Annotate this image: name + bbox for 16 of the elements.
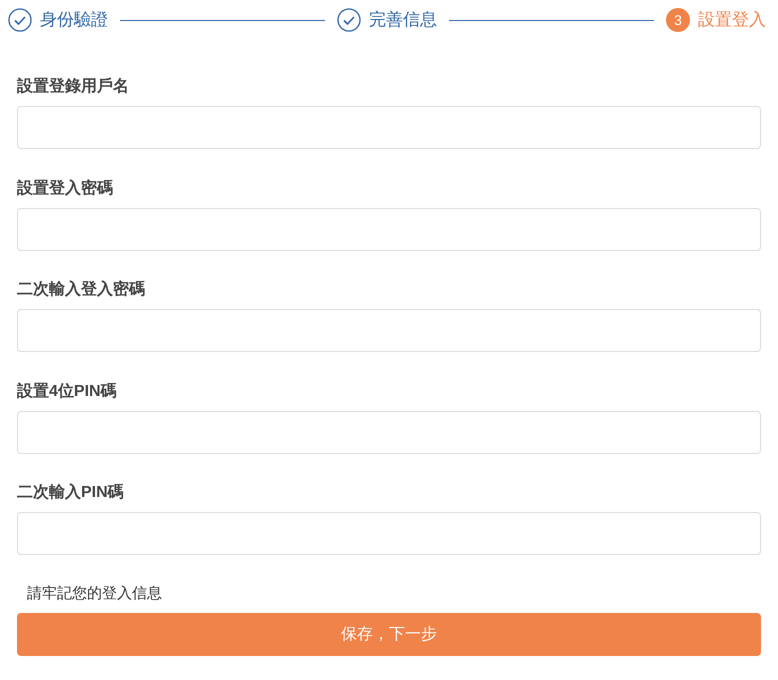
field-label: 設置登入密碼 bbox=[17, 178, 113, 198]
step-label: 設置登入 bbox=[698, 9, 766, 32]
field-label: 設置4位PIN碼 bbox=[17, 381, 117, 402]
step-label: 身份驗證 bbox=[40, 9, 108, 32]
reminder-text: 請牢記您的登入信息 bbox=[26, 584, 162, 604]
field-label: 二次輸入登入密碼 bbox=[17, 279, 145, 300]
input-field[interactable] bbox=[17, 106, 761, 149]
input-field[interactable] bbox=[17, 410, 761, 454]
input-field[interactable] bbox=[17, 208, 761, 250]
input-field[interactable] bbox=[17, 512, 761, 555]
field-label: 設置登錄用戶名 bbox=[17, 76, 129, 97]
step-label: 完善信息 bbox=[369, 9, 437, 32]
save-next-button[interactable]: 保存，下一步 bbox=[17, 613, 761, 656]
field-label: 二次輸入PIN碼 bbox=[17, 482, 124, 503]
input-field[interactable] bbox=[17, 309, 761, 352]
step-number: 3 bbox=[666, 8, 690, 32]
